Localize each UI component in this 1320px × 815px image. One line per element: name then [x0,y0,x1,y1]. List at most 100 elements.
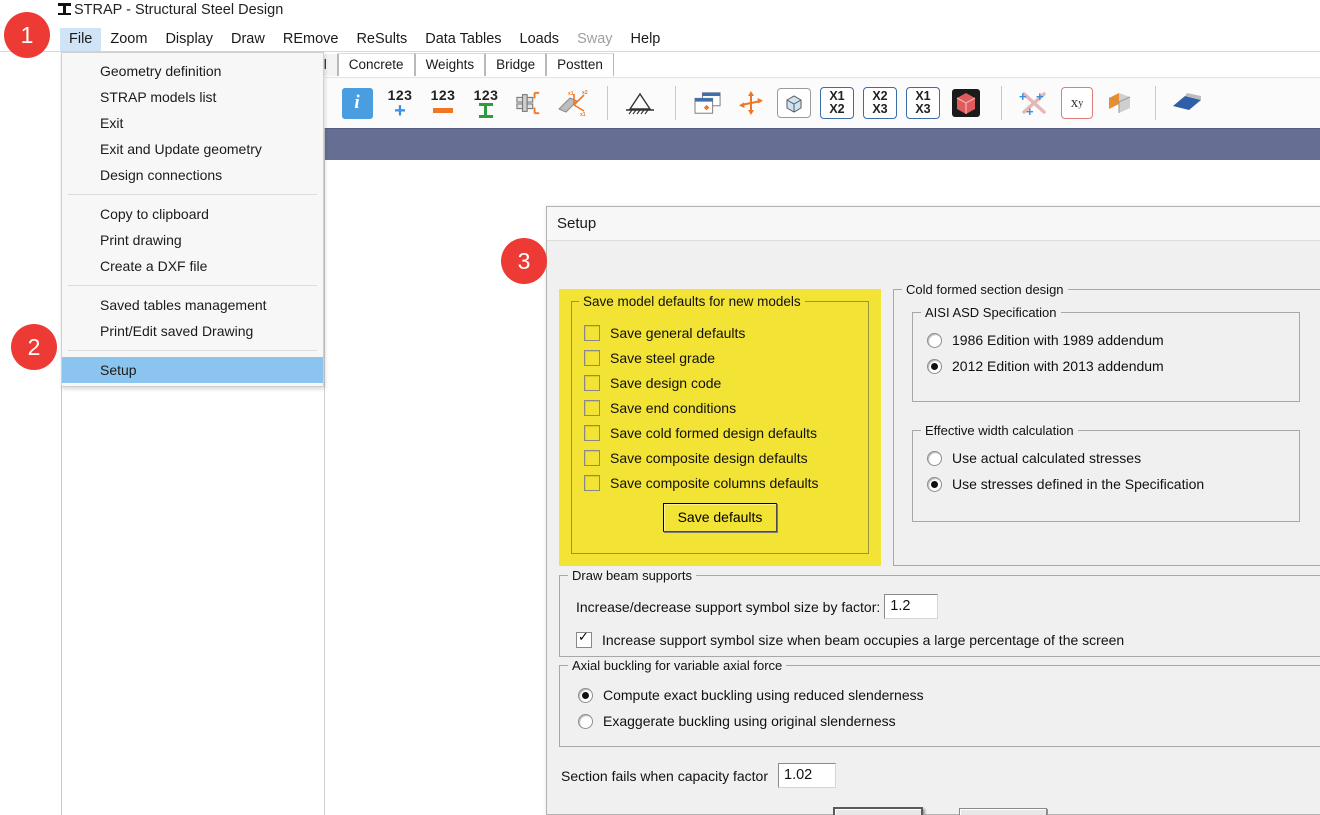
menu-print-edit-saved-drawing[interactable]: Print/Edit saved Drawing [62,318,323,344]
radio-aisi-1986[interactable] [927,332,942,348]
tab-concrete[interactable]: Concrete [337,53,415,76]
main-toolbar: i 123 + 123 123 x1 x2 x1 X1 X2 X2 X3 X1 … [325,77,1320,128]
menu-item-sway: Sway [577,30,613,47]
checkbox-save-cold-formed-design-defaults[interactable] [584,424,600,441]
menu-bar: File Zoom Display Draw REmove ReSults Da… [60,27,669,51]
menu-item-zoom[interactable]: Zoom [101,28,156,51]
radio-row-actual-calculated-stresses[interactable]: Use actual calculated stresses [927,445,1299,471]
view-header-band [325,128,1320,161]
menu-item-help[interactable]: Help [622,28,670,51]
add-number-icon[interactable]: 123 + [380,83,420,123]
checkbox-row-save-composite-design-defaults[interactable]: Save composite design defaults [572,445,868,470]
menu-item-data-tables[interactable]: Data Tables [416,28,510,51]
step-badge-1: 1 [4,12,50,58]
radio-row-aisi-2012[interactable]: 2012 Edition with 2013 addendum [927,353,1299,379]
tab-bridge[interactable]: Bridge [485,53,547,76]
menu-strap-models-list[interactable]: STRAP models list [62,84,323,110]
tab-postten[interactable]: Postten [546,53,614,76]
label-save-general-defaults: Save general defaults [610,324,746,341]
checkbox-increase-support-symbol[interactable] [576,630,592,648]
axial-buckling-group: Axial buckling for variable axial force … [559,658,1320,747]
aisi-asd-legend: AISI ASD Specification [921,305,1061,320]
render-orange-icon[interactable] [1100,83,1140,123]
menu-setup[interactable]: Setup [62,357,323,383]
info-icon[interactable]: i [337,83,377,123]
checkbox-save-design-code[interactable] [584,374,600,391]
label-actual-calculated-stresses: Use actual calculated stresses [952,450,1142,466]
render-solid-icon[interactable] [946,83,986,123]
support-icon[interactable] [620,83,660,123]
remove-number-icon[interactable]: 123 [423,83,463,123]
radio-row-compute-exact-buckling[interactable]: Compute exact buckling using reduced sle… [578,682,1320,708]
tab-weights[interactable]: Weights [414,53,486,76]
toolbar-separator-3 [1001,86,1002,120]
svg-text:x1: x1 [568,91,574,97]
menu-create-dxf-file[interactable]: Create a DXF file [62,253,323,279]
save-defaults-button[interactable]: Save defaults [662,503,778,532]
plane-x2x3-bottom: X3 [872,102,888,116]
menu-design-connections[interactable]: Design connections [62,162,323,188]
menu-saved-tables-management[interactable]: Saved tables management [62,292,323,318]
plane-x1x2-icon[interactable]: X1 X2 [817,83,857,123]
axial-buckling-legend: Axial buckling for variable axial force [568,658,787,673]
checkbox-save-steel-grade[interactable] [584,349,600,366]
label-compute-exact-buckling: Compute exact buckling using reduced sle… [603,687,924,703]
menu-item-remove[interactable]: REmove [274,28,348,51]
tile-windows-icon[interactable] [688,83,728,123]
menu-item-draw[interactable]: Draw [222,28,274,51]
dialog-buttons: OK Cancel [833,807,1048,815]
menu-item-loads[interactable]: Loads [511,28,569,51]
remove-nodes-icon[interactable]: + + + [1014,83,1054,123]
step-badge-3: 3 [501,238,547,284]
checkbox-save-composite-design-defaults[interactable] [584,449,600,466]
menu-item-results[interactable]: ReSults [347,28,416,51]
menu-exit[interactable]: Exit [62,110,323,136]
radio-row-exaggerate-buckling[interactable]: Exaggerate buckling using original slend… [578,708,1320,734]
menu-copy-to-clipboard[interactable]: Copy to clipboard [62,201,323,227]
isometric-view-icon[interactable] [774,83,814,123]
radio-actual-calculated-stresses[interactable] [927,450,942,466]
plane-x2x3-icon[interactable]: X2 X3 [860,83,900,123]
checkbox-row-save-steel-grade[interactable]: Save steel grade [572,345,868,370]
label-aisi-1986: 1986 Edition with 1989 addendum [952,332,1164,348]
menu-print-drawing[interactable]: Print drawing [62,227,323,253]
app-title-text: STRAP - Structural Steel Design [74,2,284,18]
menu-exit-update-geometry[interactable]: Exit and Update geometry [62,136,323,162]
checkbox-save-general-defaults[interactable] [584,324,600,341]
label-specification-stresses: Use stresses defined in the Specificatio… [952,476,1205,492]
capacity-factor-input[interactable]: 1.02 [778,763,836,788]
menu-item-file[interactable]: File [60,27,102,51]
ok-button[interactable]: OK [833,807,923,815]
radio-row-specification-stresses[interactable]: Use stresses defined in the Specificatio… [927,471,1299,497]
radio-aisi-2012[interactable] [927,358,942,374]
checkbox-row-increase-support-symbol[interactable]: Increase support symbol size when beam o… [560,627,1320,652]
setup-dialog-title: Setup [557,215,597,232]
checkbox-row-save-composite-columns-defaults[interactable]: Save composite columns defaults [572,470,868,495]
cancel-button[interactable]: Cancel [959,808,1048,815]
section-number-icon[interactable]: 123 [466,83,506,123]
xy-function-icon[interactable]: xy [1057,83,1097,123]
support-factor-input[interactable]: 1.2 [884,594,939,619]
plane-x1x3-icon[interactable]: X1 X3 [903,83,943,123]
radio-row-aisi-1986[interactable]: 1986 Edition with 1989 addendum [927,327,1299,353]
radio-specification-stresses[interactable] [927,476,942,492]
checkbox-row-save-general-defaults[interactable]: Save general defaults [572,320,868,345]
checkbox-row-save-end-conditions[interactable]: Save end conditions [572,395,868,420]
svg-text:+: + [1036,89,1044,104]
label-aisi-2012: 2012 Edition with 2013 addendum [952,358,1164,374]
checkbox-row-save-design-code[interactable]: Save design code [572,370,868,395]
wedge-icon[interactable] [1168,83,1208,123]
menu-item-display[interactable]: Display [156,28,222,51]
aisi-asd-specification-group: AISI ASD Specification 1986 Edition with… [912,305,1300,402]
radio-exaggerate-buckling[interactable] [578,713,593,729]
beam-end-conditions-icon[interactable] [509,83,549,123]
checkbox-row-save-cold-formed-design-defaults[interactable]: Save cold formed design defaults [572,420,868,445]
local-axes-icon[interactable]: x1 x2 x1 [552,83,592,123]
label-save-steel-grade: Save steel grade [610,349,716,366]
checkbox-save-composite-columns-defaults[interactable] [584,474,600,491]
menu-geometry-definition[interactable]: Geometry definition [62,58,323,84]
checkbox-save-end-conditions[interactable] [584,399,600,416]
move-icon[interactable] [731,83,771,123]
label-increase-support-symbol: Increase support symbol size when beam o… [602,631,1125,648]
radio-compute-exact-buckling[interactable] [578,687,593,703]
